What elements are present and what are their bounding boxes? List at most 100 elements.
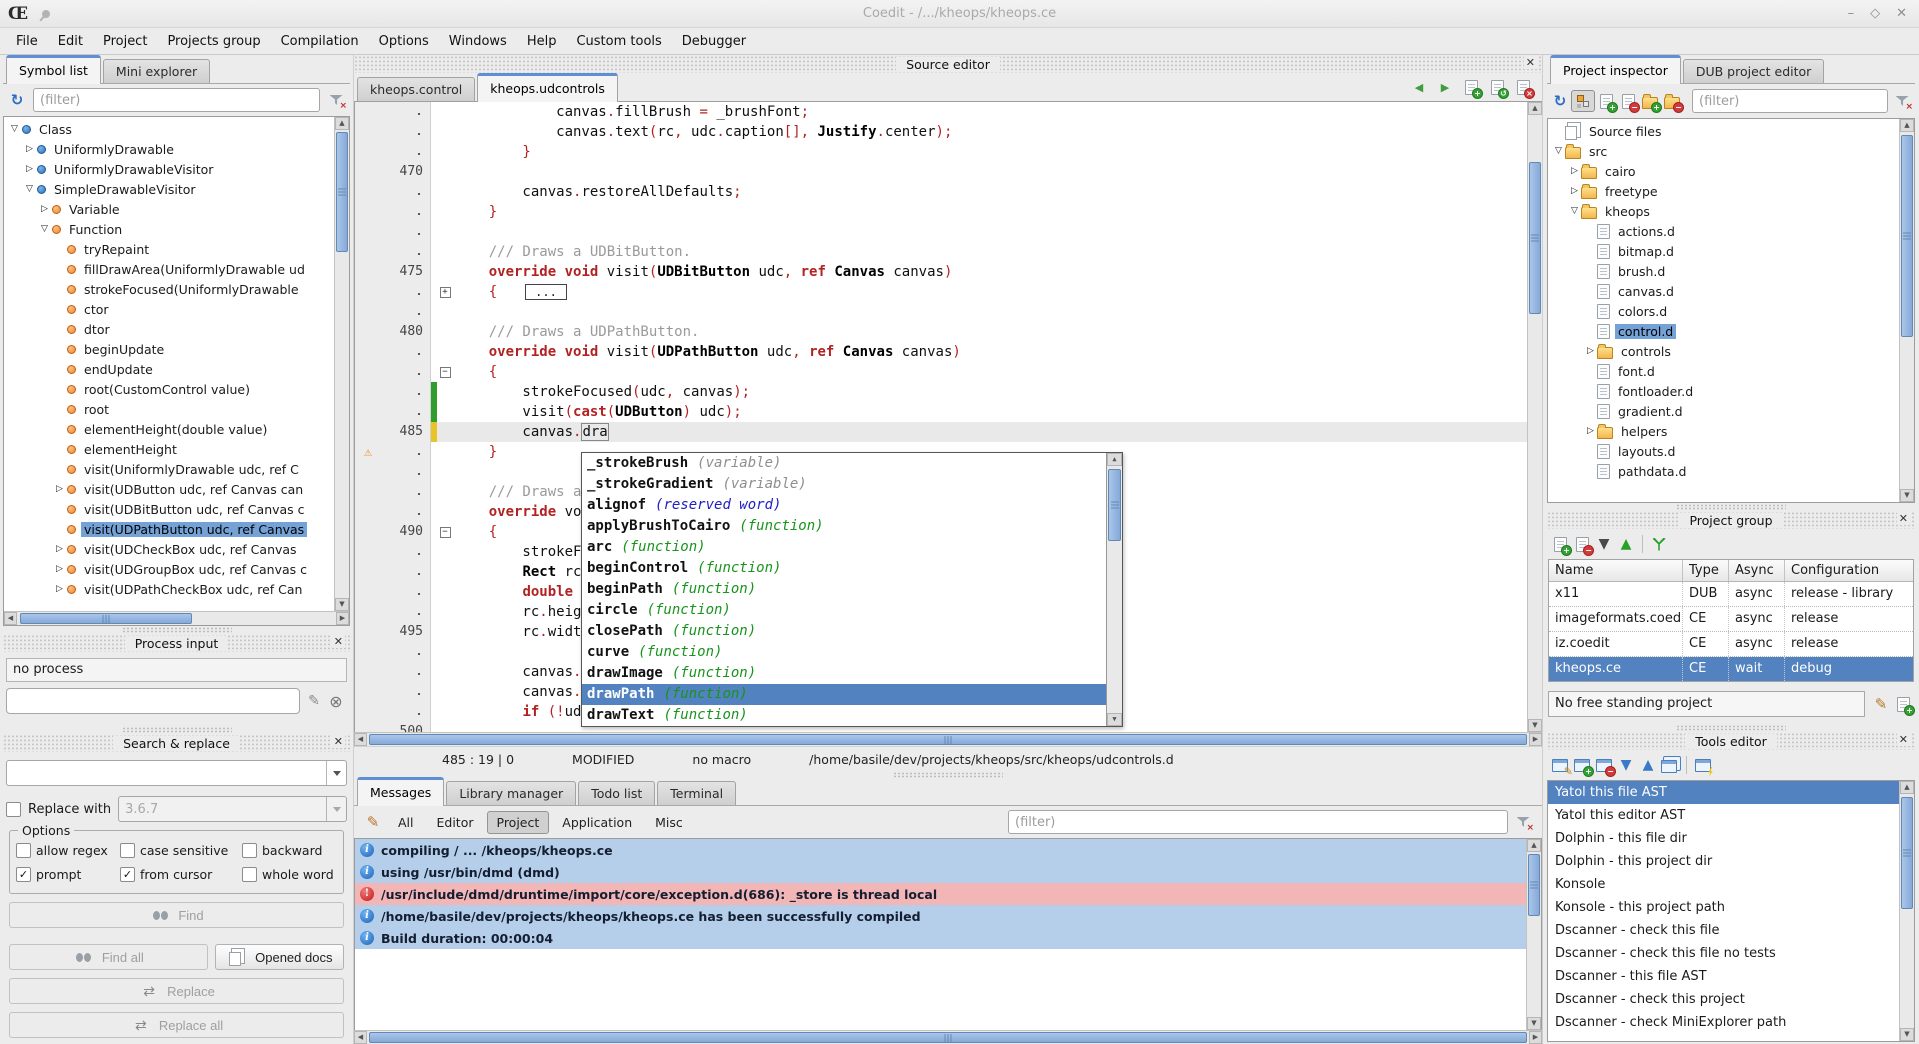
menu-custom-tools[interactable]: Custom tools: [566, 31, 671, 52]
splitter-grip[interactable]: [3, 726, 350, 734]
splitter-grip[interactable]: [1547, 503, 1915, 511]
scroll-thumb[interactable]: [1901, 797, 1913, 909]
messages-funnel-icon[interactable]: ×: [1512, 812, 1534, 832]
scroll-left-icon[interactable]: ◀: [354, 733, 367, 746]
code-line[interactable]: . override void visit(UDPathButton udc, …: [355, 342, 1527, 362]
tab-dub-project-editor[interactable]: DUB project editor: [1683, 59, 1824, 83]
binoc-icon[interactable]: [149, 905, 171, 925]
scroll-left-icon[interactable]: ◀: [354, 1031, 367, 1044]
code-editor[interactable]: . canvas.fillBrush = _brushFont;. canvas…: [355, 102, 1527, 732]
scroll-down-icon[interactable]: ▼: [1107, 713, 1122, 726]
column-header-async[interactable]: Async: [1729, 560, 1785, 581]
funnel-clear-icon[interactable]: ×: [325, 90, 347, 110]
menu-project[interactable]: Project: [93, 31, 157, 52]
scroll-thumb[interactable]: [1901, 135, 1913, 337]
column-header-name[interactable]: Name: [1549, 560, 1683, 581]
scroll-up-icon[interactable]: ▲: [1527, 839, 1541, 852]
message-row[interactable]: icompiling / ... /kheops/kheops.ce: [355, 839, 1526, 861]
find-all-button[interactable]: Find all: [9, 944, 208, 970]
next-icon[interactable]: ▶: [1434, 77, 1456, 97]
symbol-item[interactable]: dtor: [4, 319, 334, 339]
fold-icon[interactable]: −: [440, 367, 451, 378]
cancel-icon[interactable]: ⊗: [325, 691, 347, 711]
scroll-up-icon[interactable]: ▲: [1900, 119, 1914, 132]
chevron-down-icon[interactable]: [326, 761, 346, 785]
menu-compilation[interactable]: Compilation: [271, 31, 369, 52]
symbol-item[interactable]: root(CustomControl value): [4, 379, 334, 399]
tool-item[interactable]: Yatol this file AST: [1548, 781, 1899, 804]
files-tree-vscrollbar[interactable]: ▲ ▼: [1899, 119, 1914, 502]
reset-doc-icon[interactable]: ↺: [1486, 77, 1508, 97]
column-header-type[interactable]: Type: [1683, 560, 1729, 581]
file-item[interactable]: Source files: [1548, 121, 1899, 141]
expander-icon[interactable]: ▷: [53, 579, 66, 599]
symbol-item[interactable]: ▽Class: [4, 119, 334, 139]
expander-icon[interactable]: ▽: [1568, 201, 1581, 221]
menu-help[interactable]: Help: [517, 31, 567, 52]
completion-item[interactable]: drawText(function): [582, 705, 1106, 726]
tab-todo-list[interactable]: Todo list: [578, 781, 655, 805]
tool-item[interactable]: Konsole - this project path: [1548, 896, 1899, 919]
completion-item[interactable]: drawPath(function): [582, 684, 1106, 705]
add-folder-icon[interactable]: +: [1639, 91, 1661, 111]
filter-editor-button[interactable]: Editor: [427, 811, 484, 834]
fold-icon[interactable]: +: [440, 287, 451, 298]
file-item[interactable]: colors.d: [1548, 301, 1899, 321]
symbol-item[interactable]: ▷visit(UDCheckBox udc, ref Canvas: [4, 539, 334, 559]
symbol-item[interactable]: ▷visit(UDButton udc, ref Canvas can: [4, 479, 334, 499]
scroll-thumb[interactable]: [369, 1032, 1527, 1043]
checkbox-whole-word[interactable]: [242, 867, 257, 882]
completion-item[interactable]: circle(function): [582, 600, 1106, 621]
scroll-down-icon[interactable]: ▼: [1527, 1017, 1541, 1030]
file-item[interactable]: font.d: [1548, 361, 1899, 381]
scroll-right-icon[interactable]: ▶: [336, 612, 349, 625]
binoc-icon[interactable]: [73, 947, 95, 967]
clear-messages-icon[interactable]: ✎: [362, 812, 384, 832]
menu-file[interactable]: File: [6, 31, 48, 52]
symbol-item[interactable]: beginUpdate: [4, 339, 334, 359]
edit-tool-icon[interactable]: ✎: [1549, 755, 1571, 775]
scroll-thumb[interactable]: [1529, 162, 1541, 314]
column-header-configuration[interactable]: Configuration: [1785, 560, 1913, 581]
symbol-item[interactable]: tryRepaint: [4, 239, 334, 259]
expander-icon[interactable]: ▽: [8, 119, 21, 139]
refresh-icon[interactable]: ↻: [6, 90, 28, 110]
file-item[interactable]: ▷controls: [1548, 341, 1899, 361]
code-line[interactable]: . }: [355, 202, 1527, 222]
file-item[interactable]: layouts.d: [1548, 441, 1899, 461]
move-down-blue-icon[interactable]: ▼: [1615, 755, 1637, 775]
replace-all-button[interactable]: ⇄ Replace all: [9, 1012, 344, 1038]
message-row[interactable]: i/home/basile/dev/projects/kheops/kheops…: [355, 905, 1526, 927]
tab-messages[interactable]: Messages: [357, 777, 444, 806]
tab-project-inspector[interactable]: Project inspector: [1550, 55, 1681, 84]
menu-debugger[interactable]: Debugger: [672, 31, 756, 52]
messages-filter-input[interactable]: [1008, 810, 1508, 834]
tools-vscrollbar[interactable]: ▲ ▼: [1899, 781, 1914, 1041]
clear-icon[interactable]: ✎: [362, 812, 384, 832]
close-panel-icon[interactable]: ✕: [1897, 733, 1910, 746]
symbol-item[interactable]: visit(UniformlyDrawable udc, ref C: [4, 459, 334, 479]
symbol-tree-hscrollbar[interactable]: ◀ ▶: [4, 611, 349, 625]
add-tool-icon[interactable]: +: [1571, 755, 1593, 775]
expander-icon[interactable]: ▷: [1584, 341, 1597, 361]
scroll-up-icon[interactable]: ▲: [1900, 781, 1914, 794]
remove-file-icon[interactable]: −: [1571, 534, 1593, 554]
menu-options[interactable]: Options: [369, 31, 439, 52]
expander-icon[interactable]: ▷: [38, 199, 51, 219]
message-row[interactable]: iusing /usr/bin/dmd (dmd): [355, 861, 1526, 883]
process-input-field[interactable]: [6, 688, 300, 714]
menu-projects-group[interactable]: Projects group: [157, 31, 270, 52]
expander-icon[interactable]: ▷: [53, 559, 66, 579]
file-item[interactable]: ▽src: [1548, 141, 1899, 161]
tab-mini-explorer[interactable]: Mini explorer: [103, 59, 210, 83]
scroll-up-icon[interactable]: ▲: [335, 117, 349, 130]
filter-project-button[interactable]: Project: [487, 811, 550, 834]
prev-icon[interactable]: ◀: [1408, 77, 1430, 97]
menu-edit[interactable]: Edit: [48, 31, 93, 52]
completion-item[interactable]: beginPath(function): [582, 579, 1106, 600]
scroll-thumb[interactable]: [336, 132, 348, 252]
editor-vscrollbar[interactable]: ▲ ▼: [1527, 102, 1542, 732]
messages-vscrollbar[interactable]: ▲ ▼: [1526, 839, 1541, 1030]
code-line[interactable]: . }: [355, 142, 1527, 162]
funnel-clear-icon[interactable]: ×: [1512, 812, 1534, 832]
